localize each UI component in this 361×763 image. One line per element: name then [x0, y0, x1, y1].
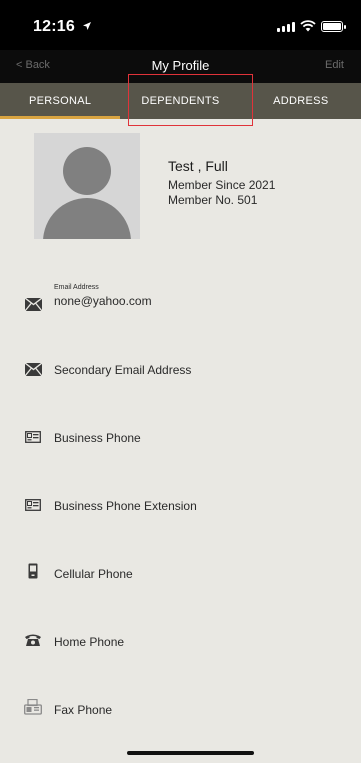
page-title: My Profile	[151, 58, 210, 73]
secondary-email-field-label: Secondary Email Address	[54, 363, 192, 377]
profile-name: Test , Full	[168, 158, 228, 174]
secondary-email-field[interactable]: Secondary Email Address	[0, 356, 361, 396]
cellular-phone-field[interactable]: Cellular Phone	[0, 560, 361, 600]
status-time: 12:16	[33, 18, 92, 36]
email-field-value: none@yahoo.com	[54, 294, 152, 308]
id-card-icon	[24, 429, 42, 445]
home-phone-field-label: Home Phone	[54, 635, 125, 649]
cellular-phone-field-label: Cellular Phone	[54, 567, 133, 581]
status-icons	[277, 20, 346, 32]
email-field-label: Email Address	[54, 284, 99, 291]
navigation-bar: < Back My Profile Edit	[0, 50, 361, 83]
id-card-icon	[24, 497, 42, 513]
profile-card: Test , Full Member Since 2021 Member No.…	[34, 133, 334, 243]
avatar-body-shape	[43, 198, 131, 239]
avatar[interactable]	[34, 133, 140, 239]
business-phone-field-label: Business Phone	[54, 431, 141, 445]
fax-phone-field[interactable]: Fax Phone	[0, 696, 361, 736]
email-field[interactable]: Email Address none@yahoo.com	[0, 282, 361, 322]
status-bar: 12:16	[0, 0, 361, 50]
location-arrow-icon	[82, 22, 91, 30]
fax-phone-field-label: Fax Phone	[54, 703, 113, 717]
envelope-icon	[24, 296, 42, 312]
tab-bar: PERSONAL DEPENDENTS ADDRESS	[0, 83, 361, 119]
battery-icon	[321, 20, 346, 32]
fax-icon	[24, 699, 42, 715]
home-phone-field[interactable]: Home Phone	[0, 628, 361, 668]
wifi-icon	[300, 20, 316, 32]
tab-personal[interactable]: PERSONAL	[0, 83, 121, 119]
edit-button[interactable]: Edit	[325, 59, 344, 71]
envelope-icon	[24, 361, 42, 377]
business-phone-extension-field[interactable]: Business Phone Extension	[0, 492, 361, 532]
member-since: Member Since 2021	[168, 178, 276, 192]
tab-dependents[interactable]: DEPENDENTS	[120, 83, 240, 119]
telephone-icon	[24, 632, 42, 648]
home-indicator[interactable]	[127, 751, 254, 755]
tab-address[interactable]: ADDRESS	[241, 83, 361, 119]
business-phone-field[interactable]: Business Phone	[0, 424, 361, 464]
signal-icon	[277, 21, 295, 32]
member-number: Member No. 501	[168, 193, 258, 207]
mobile-phone-icon	[24, 563, 42, 579]
avatar-head-shape	[63, 147, 111, 195]
business-phone-extension-field-label: Business Phone Extension	[54, 499, 197, 513]
